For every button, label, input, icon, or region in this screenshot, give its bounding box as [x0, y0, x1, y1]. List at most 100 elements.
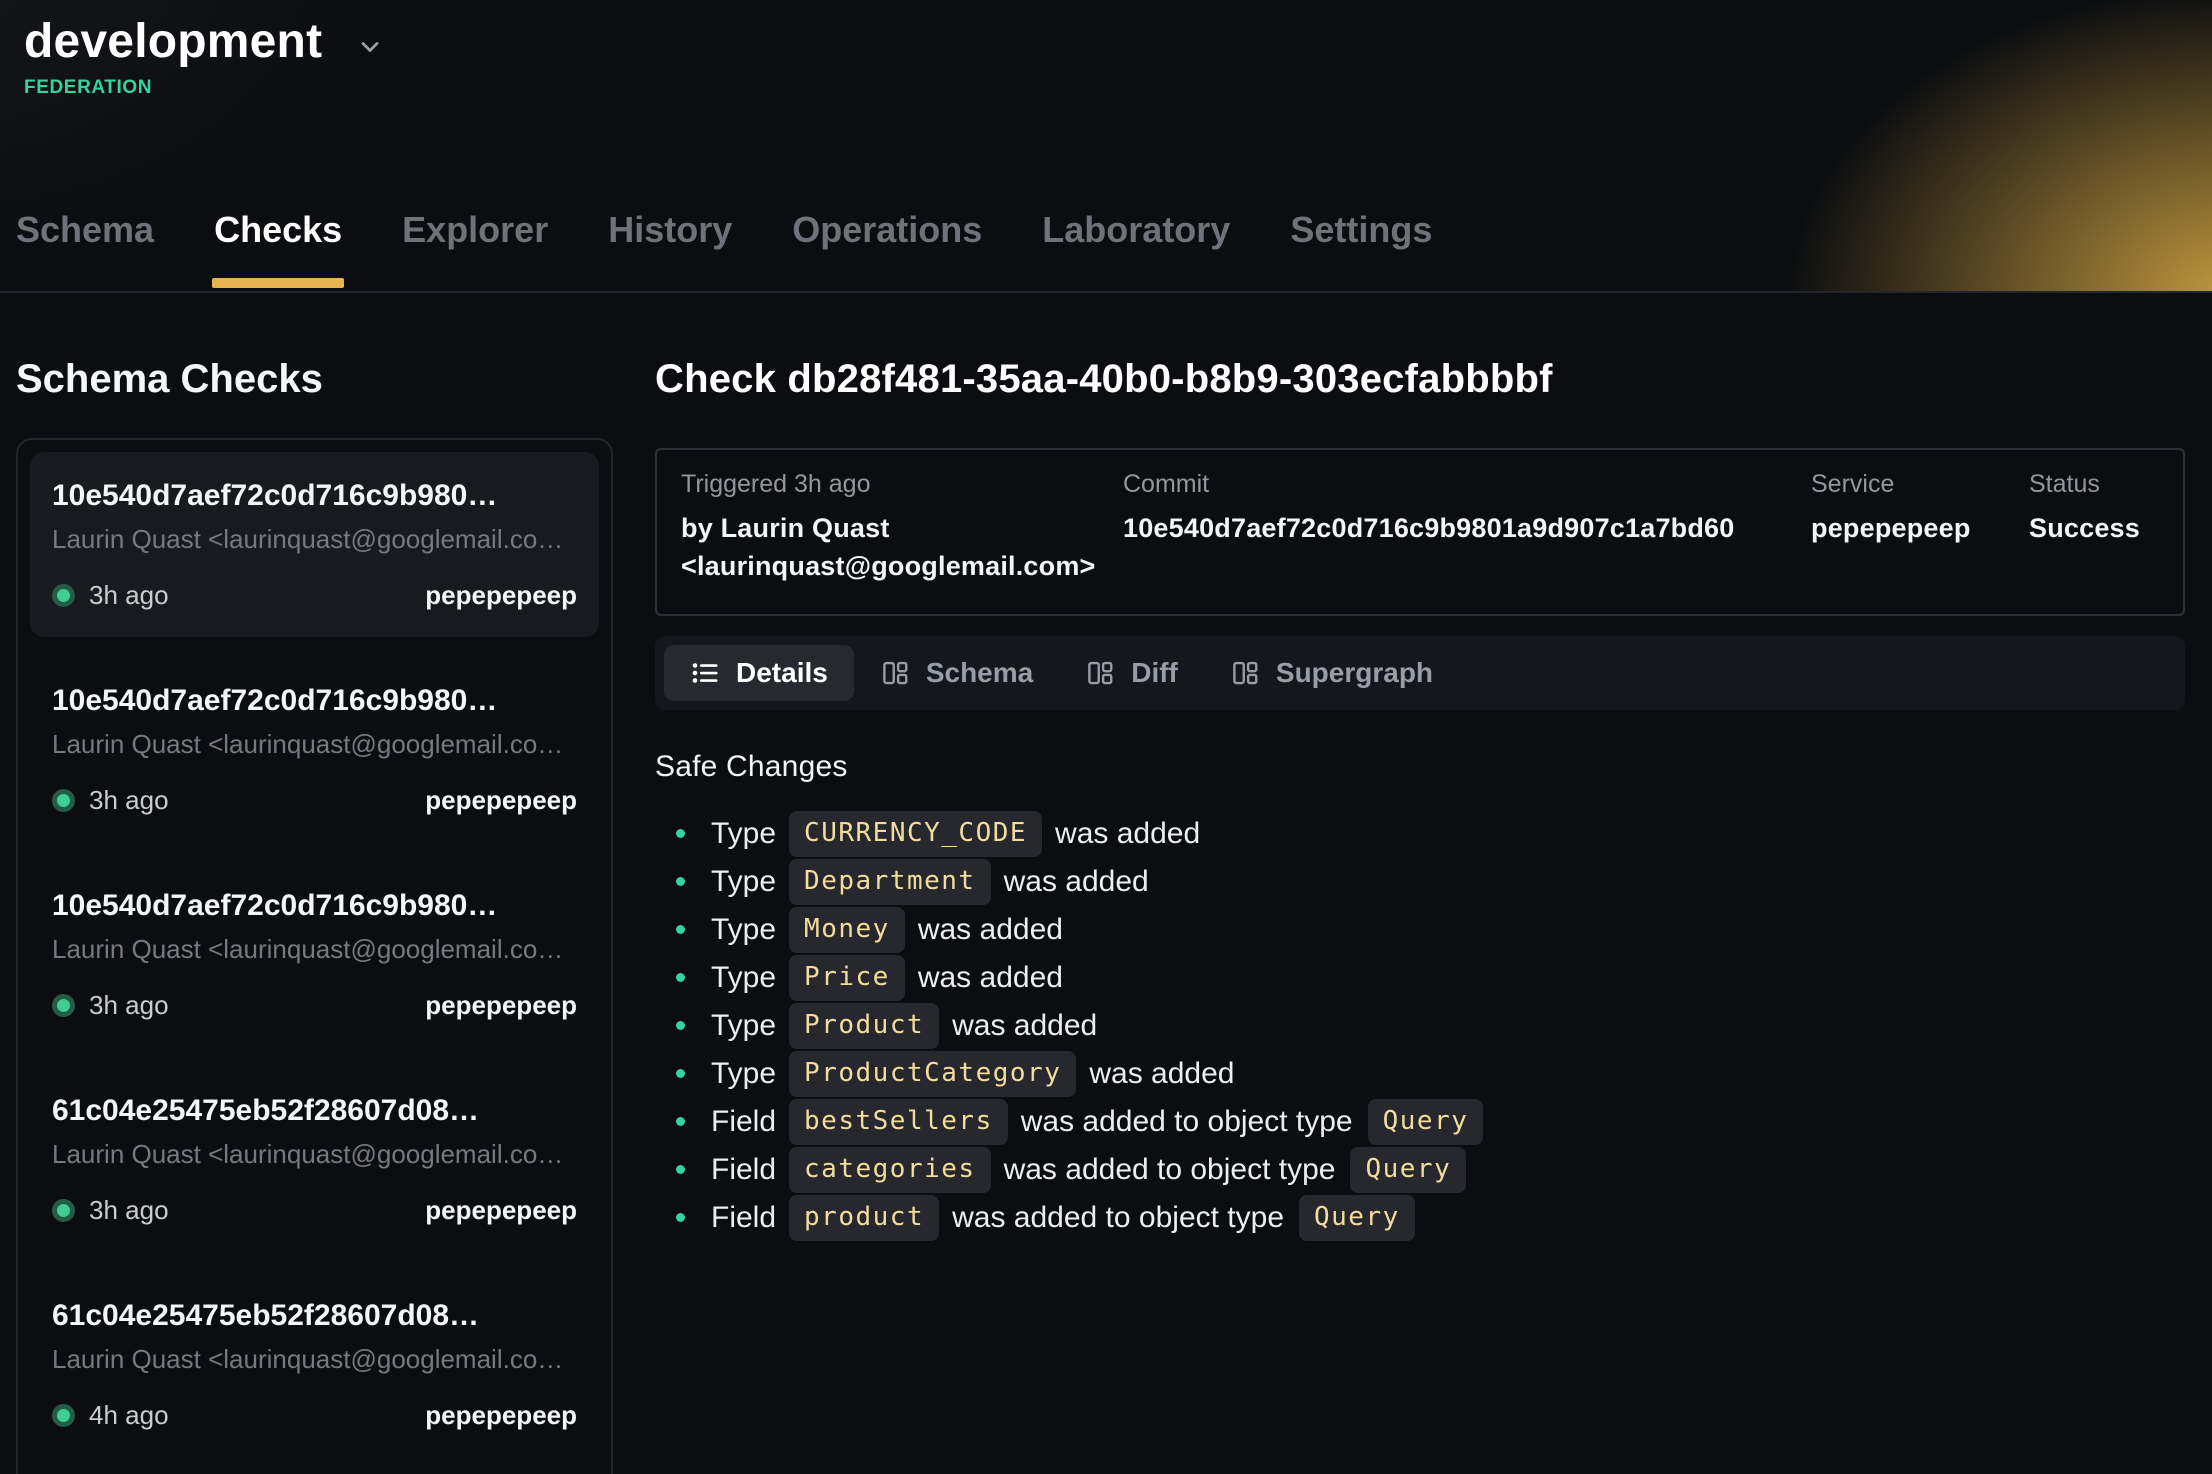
check-commit-id: 10e540d7aef72c0d716c9b980… — [52, 479, 577, 513]
sidebar: Schema Checks 10e540d7aef72c0d716c9b980…… — [16, 357, 613, 1474]
change-kind: Type — [711, 817, 776, 851]
check-time: 3h ago — [89, 785, 169, 816]
change-row: Field bestSellers was added to object ty… — [655, 1098, 2185, 1146]
change-row: Type Product was added — [655, 1002, 2185, 1050]
nav-tab-operations[interactable]: Operations — [790, 209, 984, 291]
check-author: Laurin Quast <laurinquast@googlemail.co… — [52, 934, 577, 965]
change-row: Field product was added to object type Q… — [655, 1194, 2185, 1242]
check-time: 3h ago — [89, 990, 169, 1021]
nav-tab-history[interactable]: History — [606, 209, 734, 291]
meta-commit-label: Commit — [1123, 470, 1801, 499]
change-text: was added to object type — [1021, 1105, 1353, 1139]
check-time-group: 3h ago — [52, 580, 169, 611]
change-row: Type Department was added — [655, 858, 2185, 906]
check-detail-tabs: Details Schema Diff Supergraph — [655, 636, 2185, 710]
change-text: was added — [952, 1009, 1097, 1043]
change-row: Field categories was added to object typ… — [655, 1146, 2185, 1194]
sidebar-title: Schema Checks — [16, 357, 613, 402]
main-nav-tabs: Schema Checks Explorer History Operation… — [14, 209, 1434, 291]
meta-service-label: Service — [1811, 470, 2019, 499]
detail-tab-diff[interactable]: Diff — [1059, 645, 1204, 701]
check-time-group: 3h ago — [52, 1195, 169, 1226]
columns-icon — [1230, 658, 1260, 688]
change-kind: Field — [711, 1201, 776, 1235]
chevron-down-icon[interactable] — [356, 33, 384, 61]
change-kind: Type — [711, 913, 776, 947]
change-kind: Type — [711, 961, 776, 995]
change-text: was added — [1089, 1057, 1234, 1091]
check-commit-id: 10e540d7aef72c0d716c9b980… — [52, 889, 577, 923]
success-dot-icon — [52, 789, 75, 812]
change-parent-type-chip: Query — [1350, 1147, 1466, 1193]
safe-changes-title: Safe Changes — [655, 750, 2185, 784]
change-parent-type-chip: Query — [1299, 1195, 1415, 1241]
meta-triggered-label: Triggered 3h ago — [681, 470, 1113, 499]
check-meta-row: 4h ago pepepepeep — [52, 1400, 577, 1431]
check-time-group: 3h ago — [52, 990, 169, 1021]
schema-check-item[interactable]: 10e540d7aef72c0d716c9b980… Laurin Quast … — [30, 862, 599, 1047]
project-type-badge: FEDERATION — [24, 77, 2212, 99]
change-row: Type Price was added — [655, 954, 2185, 1002]
change-code-chip: ProductCategory — [789, 1051, 1076, 1097]
nav-tab-checks[interactable]: Checks — [212, 209, 344, 291]
nav-tab-label: Laboratory — [1042, 209, 1230, 250]
change-text: was added — [1055, 817, 1200, 851]
meta-status-label: Status — [2029, 470, 2159, 499]
schema-check-item[interactable]: 61c04e25475eb52f28607d08… Laurin Quast <… — [30, 1067, 599, 1252]
change-kind: Type — [711, 1009, 776, 1043]
check-meta-row: 3h ago pepepepeep — [52, 990, 577, 1021]
change-code-chip: Price — [789, 955, 905, 1001]
check-time: 3h ago — [89, 580, 169, 611]
check-detail-panel: Check db28f481-35aa-40b0-b8b9-303ecfabbb… — [655, 357, 2185, 1242]
check-title: Check db28f481-35aa-40b0-b8b9-303ecfabbb… — [655, 357, 2185, 402]
change-kind: Field — [711, 1153, 776, 1187]
nav-tab-label: Checks — [214, 209, 342, 250]
check-meta-row: 3h ago pepepepeep — [52, 785, 577, 816]
change-text: was added — [918, 961, 1063, 995]
meta-status: Status Success — [2029, 470, 2159, 586]
page: development FEDERATION Schema Checks Exp… — [0, 0, 2212, 1474]
detail-tab-supergraph[interactable]: Supergraph — [1204, 645, 1459, 701]
schema-check-item[interactable]: 61c04e25475eb52f28607d08… Laurin Quast <… — [30, 1272, 599, 1457]
detail-tab-label: Supergraph — [1276, 657, 1433, 689]
success-dot-icon — [52, 1404, 75, 1427]
meta-triggered: Triggered 3h ago by Laurin Quast <laurin… — [681, 470, 1113, 586]
nav-tab-laboratory[interactable]: Laboratory — [1040, 209, 1232, 291]
status-value: Success — [2029, 509, 2159, 547]
nav-tab-explorer[interactable]: Explorer — [400, 209, 550, 291]
change-parent-type-chip: Query — [1368, 1099, 1484, 1145]
change-kind: Field — [711, 1105, 776, 1139]
meta-commit-value: 10e540d7aef72c0d716c9b9801a9d907c1a7bd60 — [1123, 509, 1801, 547]
check-service-name: pepepepeep — [425, 785, 577, 816]
change-text: was added to object type — [952, 1201, 1284, 1235]
nav-tab-label: Schema — [16, 209, 154, 250]
detail-tab-details[interactable]: Details — [664, 645, 854, 701]
change-row: Type CURRENCY_CODE was added — [655, 810, 2185, 858]
check-meta-box: Triggered 3h ago by Laurin Quast <laurin… — [655, 448, 2185, 616]
nav-tab-schema[interactable]: Schema — [14, 209, 156, 291]
nav-tab-settings[interactable]: Settings — [1288, 209, 1434, 291]
detail-tab-label: Diff — [1131, 657, 1178, 689]
change-code-chip: Department — [789, 859, 991, 905]
success-dot-icon — [52, 994, 75, 1017]
columns-icon — [1085, 658, 1115, 688]
check-commit-id: 10e540d7aef72c0d716c9b980… — [52, 684, 577, 718]
check-time-group: 4h ago — [52, 1400, 169, 1431]
check-service-name: pepepepeep — [425, 1195, 577, 1226]
change-row: Type Money was added — [655, 906, 2185, 954]
project-selector-row: development — [0, 0, 2212, 69]
columns-icon — [880, 658, 910, 688]
schema-check-item[interactable]: 10e540d7aef72c0d716c9b980… Laurin Quast … — [30, 452, 599, 637]
change-code-chip: categories — [789, 1147, 991, 1193]
meta-service: Service pepepepeep — [1811, 470, 2019, 586]
change-text: was added to object type — [1004, 1153, 1336, 1187]
meta-commit: Commit 10e540d7aef72c0d716c9b9801a9d907c… — [1123, 470, 1801, 586]
change-kind: Type — [711, 1057, 776, 1091]
nav-tab-label: Settings — [1290, 209, 1432, 250]
change-text: was added — [918, 913, 1063, 947]
detail-tab-schema[interactable]: Schema — [854, 645, 1059, 701]
project-title: development — [24, 14, 322, 69]
schema-check-item[interactable]: 10e540d7aef72c0d716c9b980… Laurin Quast … — [30, 657, 599, 842]
change-text: was added — [1004, 865, 1149, 899]
check-time: 3h ago — [89, 1195, 169, 1226]
